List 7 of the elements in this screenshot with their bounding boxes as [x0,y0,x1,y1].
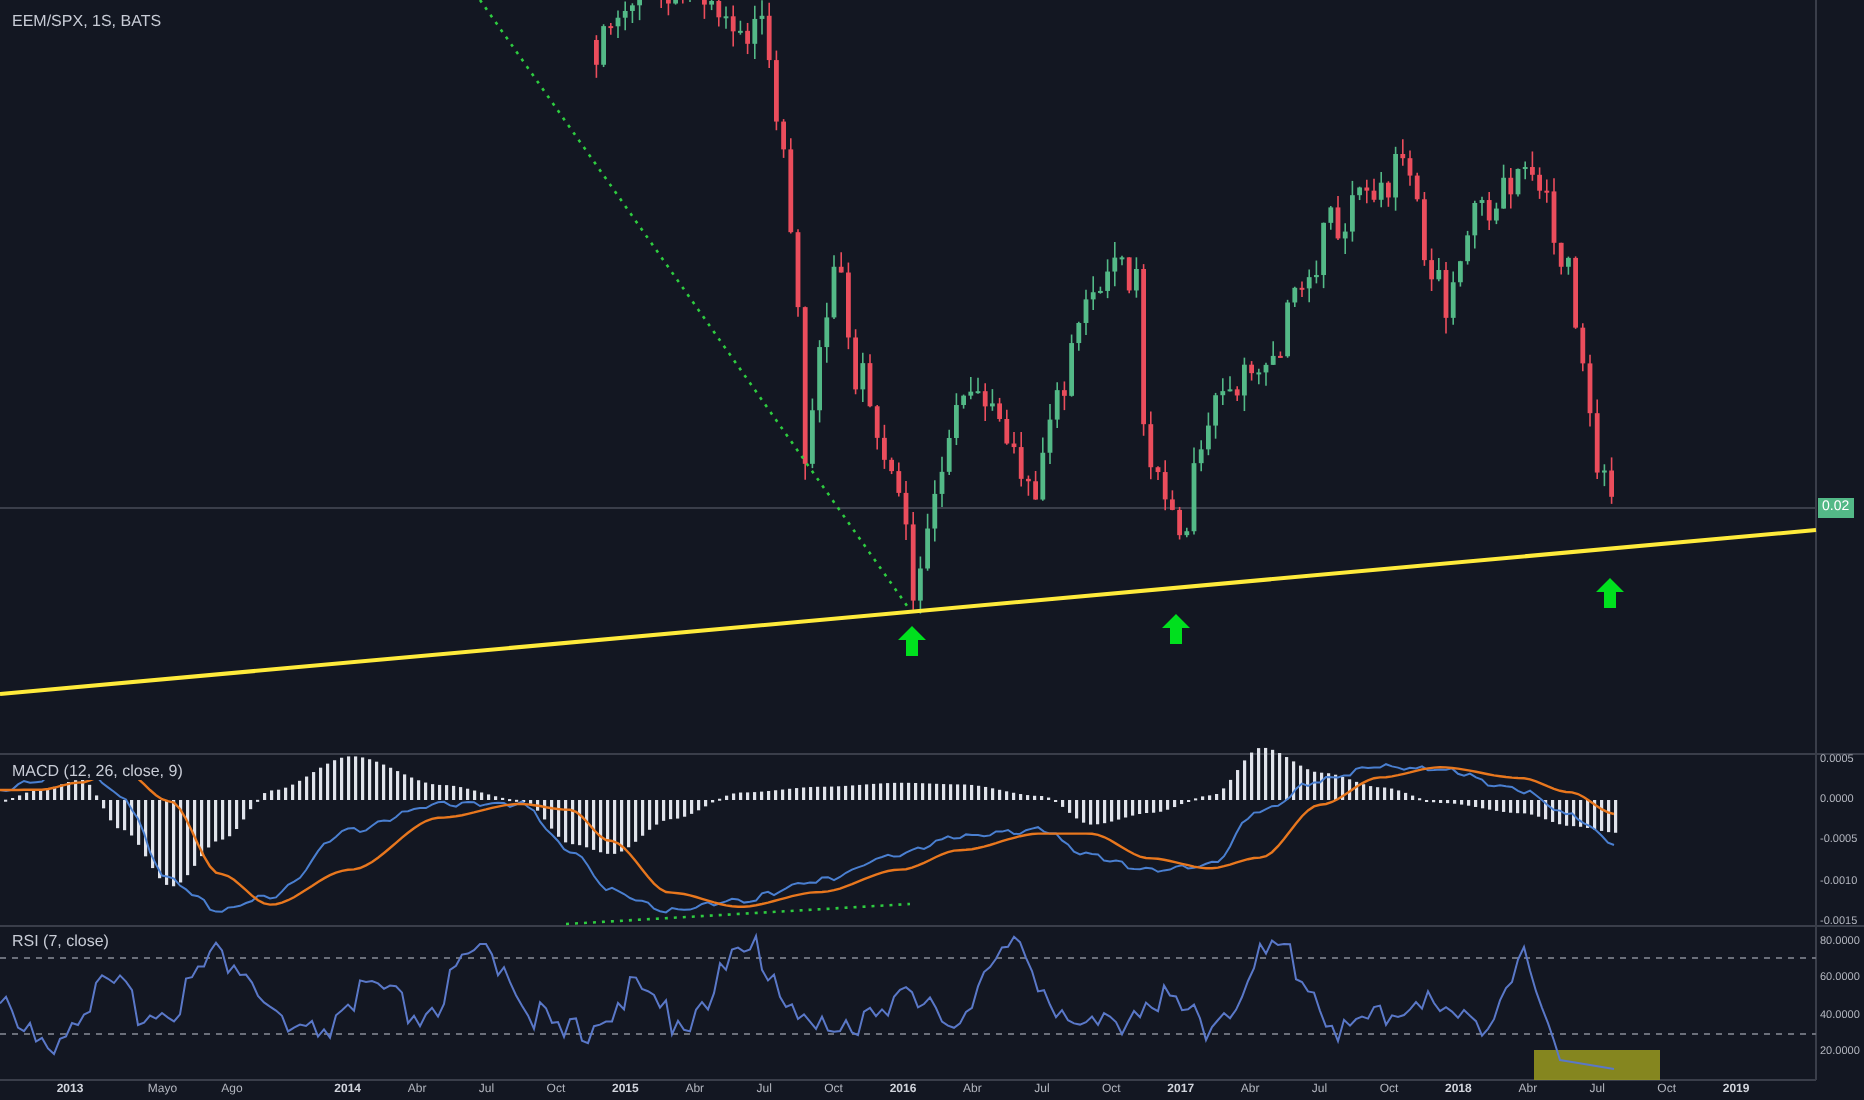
rsi-legend: RSI (7, close) [10,932,111,950]
up-arrow-icon [1162,614,1190,644]
highlight-box [1534,1050,1660,1080]
symbol-legend: EEM/SPX, 1S, BATS [10,12,164,30]
up-arrow-icon [1596,578,1624,608]
up-arrow-icon [898,626,926,656]
macd-legend: MACD (12, 26, close, 9) [10,762,185,780]
